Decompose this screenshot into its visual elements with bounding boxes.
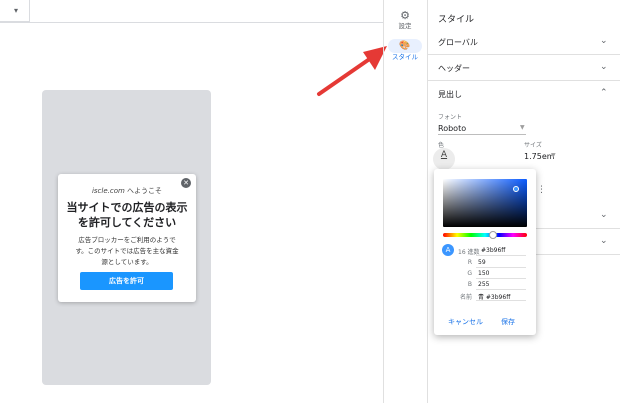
rail-style-label: スタイル: [392, 53, 418, 61]
chevron-up-icon: ⌃: [600, 88, 608, 98]
font-select-underline: [438, 134, 526, 135]
r-underline: [476, 267, 526, 268]
hue-slider[interactable]: [443, 233, 527, 237]
g-label: G: [467, 270, 472, 277]
section-heading-label: 見出し: [438, 90, 462, 99]
panel-title: スタイル: [438, 15, 475, 25]
hex-input[interactable]: #3b96ff: [481, 247, 505, 254]
section-global-label: グローバル: [438, 38, 478, 47]
modal-title: 当サイトでの広告の表示 を許可してください: [66, 201, 188, 229]
chevron-down-icon: ⌄: [600, 36, 608, 46]
red-arrow-annotation: [317, 46, 387, 96]
saturation-value-area[interactable]: [443, 179, 527, 227]
rail-settings[interactable]: ⚙ 設定: [386, 10, 424, 31]
modal-welcome: iscle.com へようこそ: [91, 187, 163, 195]
sv-handle[interactable]: [513, 186, 519, 192]
toolbar-divider: [0, 22, 383, 23]
toolbar-dropdown[interactable]: ▾: [0, 0, 30, 22]
allow-ads-button[interactable]: 広告を許可: [80, 272, 173, 290]
chevron-down-icon: ⌄: [600, 62, 608, 72]
chevron-down-icon: ▼: [520, 124, 525, 131]
name-label: 名前: [459, 294, 472, 301]
r-input[interactable]: 59: [478, 259, 486, 266]
g-input[interactable]: 150: [478, 270, 489, 277]
chevron-down-icon: ⌄: [600, 236, 608, 246]
text-color-icon: A: [440, 150, 448, 160]
name-underline: [476, 300, 526, 301]
text-color-button[interactable]: A: [433, 148, 455, 170]
gear-icon: ⚙: [400, 9, 410, 22]
palette-icon: 🎨: [388, 39, 422, 53]
font-label: フォント: [438, 114, 463, 121]
b-label: B: [467, 281, 472, 288]
adblock-modal: ✕ iscle.com へようこそ 当サイトでの広告の表示 を許可してください …: [58, 174, 196, 302]
rail-style[interactable]: 🎨 スタイル: [386, 39, 424, 62]
size-label: サイズ: [524, 142, 542, 149]
section-collapsed-2[interactable]: ⌄: [536, 229, 620, 255]
chevron-down-icon: ▼: [551, 152, 556, 159]
more-options-icon[interactable]: ⋮: [537, 185, 546, 195]
cancel-button[interactable]: キャンセル: [448, 317, 483, 327]
modal-body: 広告ブロッカーをご利用のようで す。このサイトでは広告を主な資金 源としています…: [75, 236, 179, 266]
chevron-down-icon: ⌄: [600, 210, 608, 220]
hex-underline: [476, 255, 526, 256]
font-select[interactable]: Roboto: [438, 124, 466, 133]
save-button[interactable]: 保存: [501, 317, 515, 327]
size-select[interactable]: 1.75em: [524, 152, 555, 161]
hue-handle[interactable]: [489, 231, 497, 239]
section-heading[interactable]: 見出し ⌃: [428, 82, 620, 107]
rail-divider: [383, 0, 384, 403]
section-global[interactable]: グローバル ⌄: [428, 30, 620, 55]
section-header[interactable]: ヘッダー ⌄: [428, 56, 620, 81]
section-header-label: ヘッダー: [438, 64, 470, 73]
r-label: R: [467, 259, 472, 266]
color-picker: A 16 進数 #3b96ff R 59 G 150 B 255 名前 青 #3…: [434, 169, 536, 335]
chevron-down-icon: ▾: [14, 6, 19, 15]
g-underline: [476, 278, 526, 279]
b-underline: [476, 289, 526, 290]
rail-settings-label: 設定: [398, 22, 412, 30]
b-input[interactable]: 255: [478, 281, 489, 288]
color-swatch: A: [442, 244, 454, 256]
section-collapsed-1[interactable]: ⌄: [536, 203, 620, 229]
